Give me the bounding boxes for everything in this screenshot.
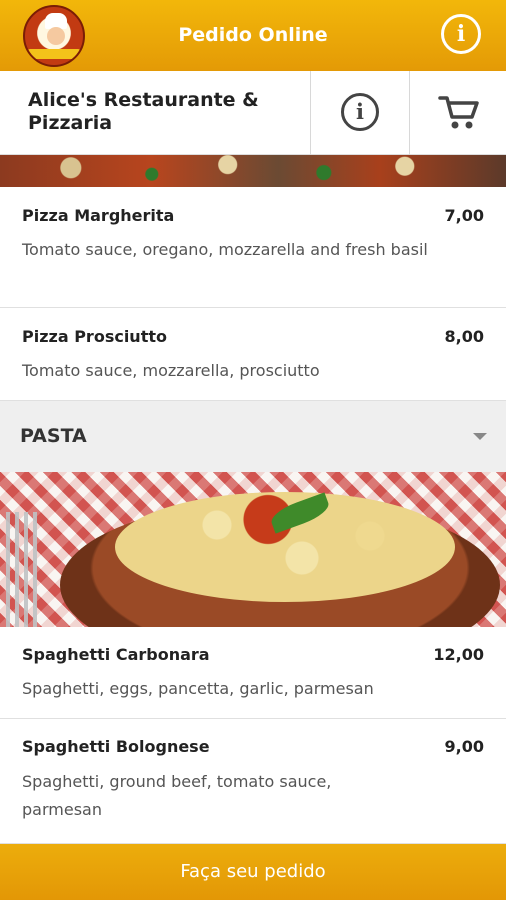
item-description: Spaghetti, ground beef, tomato sauce, pa… [22,772,332,819]
place-order-label: Faça seu pedido [180,861,326,882]
menu-item[interactable]: Pizza Margherita 7,00 Tomato sauce, oreg… [0,187,506,308]
item-description: Tomato sauce, oregano, mozzarella and fr… [22,240,428,259]
item-description: Tomato sauce, mozzarella, prosciutto [22,361,320,380]
app-title: Pedido Online [178,24,328,46]
item-name: Pizza Margherita [22,206,175,225]
menu-item[interactable]: Pizza Prosciutto 8,00 Tomato sauce, mozz… [0,308,506,401]
restaurant-bar: Alice's Restaurante & Pizzaria i [0,71,506,155]
item-price: 8,00 [444,327,484,346]
info-icon[interactable]: i [441,14,481,54]
info-icon: i [341,93,379,131]
place-order-button[interactable]: Faça seu pedido [0,844,506,900]
item-name: Spaghetti Carbonara [22,645,210,664]
fork-shape [6,512,40,627]
restaurant-info-button[interactable]: i [310,71,409,155]
chevron-down-icon [473,433,487,440]
section-title: PASTA [20,425,87,447]
top-app-bar: Pedido Online i [0,0,506,71]
item-name: Pizza Prosciutto [22,327,167,346]
menu-item[interactable]: Spaghetti Carbonara 12,00 Spaghetti, egg… [0,627,506,719]
cart-icon [438,96,479,129]
menu-item[interactable]: Spaghetti Bolognese 9,00 Spaghetti, grou… [0,719,506,844]
item-price: 7,00 [444,206,484,225]
section-header-pasta[interactable]: PASTA [0,401,506,472]
item-name: Spaghetti Bolognese [22,737,210,756]
item-price: 9,00 [444,737,484,756]
item-price: 12,00 [433,645,484,664]
pizza-banner-image [0,155,506,187]
restaurant-name: Alice's Restaurante & Pizzaria [28,89,259,134]
cart-button[interactable] [409,71,506,155]
pasta-banner-image [0,472,506,627]
item-description: Spaghetti, eggs, pancetta, garlic, parme… [22,679,374,698]
